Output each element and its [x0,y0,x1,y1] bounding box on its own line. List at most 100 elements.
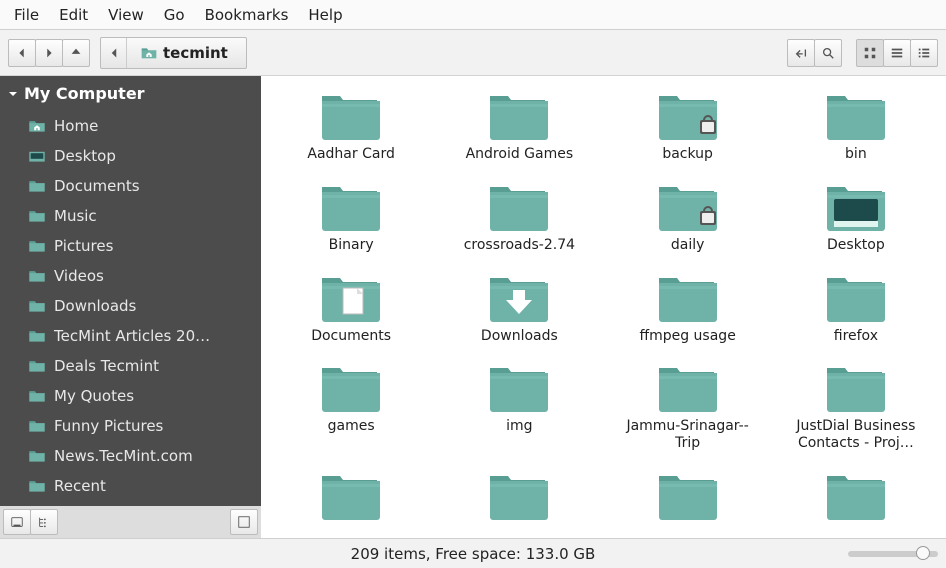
file-item-11[interactable]: firefox [776,272,936,345]
sidebar-item-10[interactable]: Funny Pictures [0,411,261,441]
sidebar-bottom-bar [0,506,261,538]
home-folder-icon [141,46,157,60]
close-sidebar-button[interactable] [230,509,258,535]
sidebar-item-7[interactable]: TecMint Articles 20… [0,321,261,351]
search-button[interactable] [814,39,842,67]
zoom-slider[interactable] [848,551,938,557]
file-item-2[interactable]: backup [608,90,768,163]
sidebar-item-label: Music [54,207,97,225]
sidebar-item-0[interactable]: Home [0,111,261,141]
file-item-10[interactable]: ffmpeg usage [608,272,768,345]
sidebar-item-1[interactable]: Desktop [0,141,261,171]
file-label: Jammu-Srinagar--Trip [618,418,758,452]
sidebar-item-8[interactable]: Deals Tecmint [0,351,261,381]
file-item-1[interactable]: Android Games [439,90,599,163]
menu-view[interactable]: View [100,3,152,27]
file-item-19[interactable] [776,470,936,526]
file-item-0[interactable]: Aadhar Card [271,90,431,163]
folder-icon [656,362,720,414]
sidebar-item-label: Pictures [54,237,113,255]
menu-help[interactable]: Help [300,3,350,27]
sidebar-item-label: Recent [54,477,106,495]
path-prev-button[interactable] [101,38,127,68]
sidebar-item-2[interactable]: Documents [0,171,261,201]
menu-go[interactable]: Go [156,3,193,27]
compact-view-button[interactable] [910,39,938,67]
sidebar-item-5[interactable]: Videos [0,261,261,291]
folder-icon [319,470,383,522]
sidebar-item-9[interactable]: My Quotes [0,381,261,411]
file-item-12[interactable]: games [271,362,431,452]
sidebar-section-my-computer[interactable]: My Computer [0,76,261,111]
file-item-3[interactable]: bin [776,90,936,163]
file-label: backup [662,146,713,163]
toggle-path-entry-button[interactable] [787,39,815,67]
folder-icon [824,90,888,142]
menu-edit[interactable]: Edit [51,3,96,27]
folder-icon [824,362,888,414]
menu-file[interactable]: File [6,3,47,27]
status-text: 209 items, Free space: 133.0 GB [0,545,946,563]
file-view[interactable]: Aadhar Card Android Games backup bin Bin… [261,76,946,538]
status-bar: 209 items, Free space: 133.0 GB [0,538,946,568]
path-crumb-label: tecmint [163,44,228,62]
file-label: bin [845,146,867,163]
file-item-14[interactable]: Jammu-Srinagar--Trip [608,362,768,452]
sidebar-item-label: Videos [54,267,104,285]
file-item-5[interactable]: crossroads-2.74 [439,181,599,254]
file-item-18[interactable] [608,470,768,526]
sidebar-item-4[interactable]: Pictures [0,231,261,261]
sidebar-item-label: Desktop [54,147,116,165]
sidebar-section-label: My Computer [24,84,145,103]
file-item-13[interactable]: img [439,362,599,452]
file-item-9[interactable]: Downloads [439,272,599,345]
file-item-17[interactable] [439,470,599,526]
sidebar-item-label: TecMint Articles 20… [54,327,210,345]
places-view-button[interactable] [3,509,31,535]
sidebar-item-label: Home [54,117,98,135]
folder-icon [824,470,888,522]
file-item-4[interactable]: Binary [271,181,431,254]
folder-icon [824,272,888,324]
file-item-16[interactable] [271,470,431,526]
toolbar: tecmint [0,30,946,76]
folder-icon [656,90,720,142]
sidebar-item-3[interactable]: Music [0,201,261,231]
sidebar-item-12[interactable]: Recent [0,471,261,501]
file-label: ffmpeg usage [639,328,735,345]
file-label: Aadhar Card [307,146,394,163]
sidebar-item-label: Deals Tecmint [54,357,159,375]
sidebar-item-11[interactable]: News.TecMint.com [0,441,261,471]
menubar: File Edit View Go Bookmarks Help [0,0,946,30]
file-label: Android Games [466,146,574,163]
file-label: firefox [834,328,878,345]
forward-button[interactable] [35,39,63,67]
file-item-6[interactable]: daily [608,181,768,254]
file-label: daily [671,237,705,254]
file-label: Downloads [481,328,558,345]
tree-view-button[interactable] [30,509,58,535]
back-button[interactable] [8,39,36,67]
menu-bookmarks[interactable]: Bookmarks [197,3,297,27]
file-item-15[interactable]: JustDial Business Contacts - Proj… [776,362,936,452]
path-bar: tecmint [100,37,247,69]
folder-icon [656,181,720,233]
main: My Computer Home Desktop Documents Music Pic… [0,76,946,538]
folder-icon [824,181,888,233]
folder-icon [319,362,383,414]
zoom-slider-knob[interactable] [916,546,930,560]
folder-icon [487,362,551,414]
sidebar-item-label: My Quotes [54,387,134,405]
view-switcher [856,39,938,67]
up-button[interactable] [62,39,90,67]
file-label: JustDial Business Contacts - Proj… [786,418,926,452]
file-label: Documents [311,328,391,345]
list-view-button[interactable] [883,39,911,67]
path-crumb-home[interactable]: tecmint [133,44,236,62]
file-item-7[interactable]: Desktop [776,181,936,254]
sidebar-item-label: Funny Pictures [54,417,163,435]
tool-buttons [787,39,842,67]
icon-view-button[interactable] [856,39,884,67]
file-item-8[interactable]: Documents [271,272,431,345]
sidebar-item-6[interactable]: Downloads [0,291,261,321]
